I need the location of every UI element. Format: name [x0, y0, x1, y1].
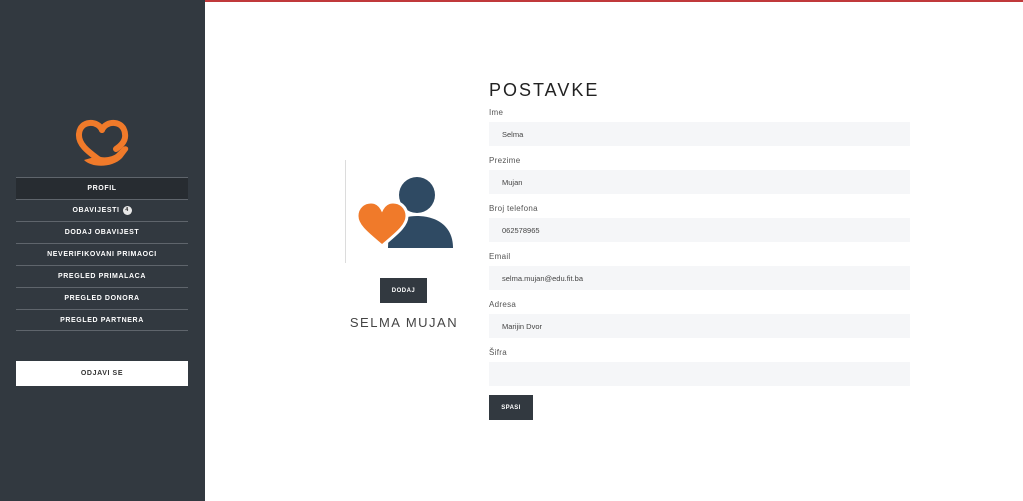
add-photo-button[interactable]: DODAJ: [380, 278, 427, 303]
first-name-label: Ime: [489, 108, 504, 117]
logout-button[interactable]: ODJAVI SE: [16, 361, 188, 386]
sidebar-item-label: DODAJ OBAVIJEST: [64, 229, 140, 236]
password-input[interactable]: [489, 362, 910, 386]
address-label: Adresa: [489, 300, 517, 309]
heart-user-icon: [356, 177, 453, 248]
sidebar-item-profil[interactable]: PROFIL: [16, 177, 188, 199]
sidebar-item-label: PREGLED PARTNERA: [60, 316, 144, 324]
sidebar-item-neverifikovani-primaoci[interactable]: NEVERIFIKOVANI PRIMAOCI: [16, 243, 188, 265]
user-full-name: SELMA MUJAN: [349, 315, 459, 330]
notification-count-badge: 4: [122, 206, 132, 215]
sidebar-item-pregled-primalaca[interactable]: PREGLED PRIMALACA: [16, 265, 188, 287]
heart-hand-icon: [76, 120, 129, 166]
phone-input[interactable]: [489, 218, 910, 242]
first-name-input[interactable]: [489, 122, 910, 146]
avatar-divider: [345, 160, 346, 263]
sidebar-item-dodaj-obavijest[interactable]: DODAJ OBAVIJEST: [16, 221, 188, 243]
password-label: Šifra: [489, 348, 507, 357]
page-title: POSTAVKE: [489, 80, 600, 100]
sidebar-nav: PROFIL OBAVIJESTI 4 DODAJ OBAVIJEST NEVE…: [16, 177, 188, 331]
last-name-label: Prezime: [489, 156, 521, 165]
email-label: Email: [489, 252, 511, 261]
address-input[interactable]: [489, 314, 910, 338]
email-input[interactable]: [489, 266, 910, 290]
last-name-input[interactable]: [489, 170, 910, 194]
sidebar-item-pregled-donora[interactable]: PREGLED DONORA: [16, 287, 188, 309]
sidebar-item-label: OBAVIJESTI: [72, 207, 120, 214]
sidebar-item-label: NEVERIFIKOVANI PRIMAOCI: [47, 251, 157, 258]
top-accent-line: [205, 0, 1023, 2]
sidebar-item-label: PREGLED DONORA: [64, 295, 140, 302]
sidebar-item-pregled-partnera[interactable]: PREGLED PARTNERA: [16, 309, 188, 331]
save-button[interactable]: SPASI: [489, 395, 533, 420]
sidebar: PROFIL OBAVIJESTI 4 DODAJ OBAVIJEST NEVE…: [0, 0, 205, 501]
phone-label: Broj telefona: [489, 204, 538, 213]
sidebar-item-label: PREGLED PRIMALACA: [58, 273, 146, 280]
sidebar-item-obavijesti[interactable]: OBAVIJESTI 4: [16, 199, 188, 221]
sidebar-item-label: PROFIL: [87, 185, 117, 192]
